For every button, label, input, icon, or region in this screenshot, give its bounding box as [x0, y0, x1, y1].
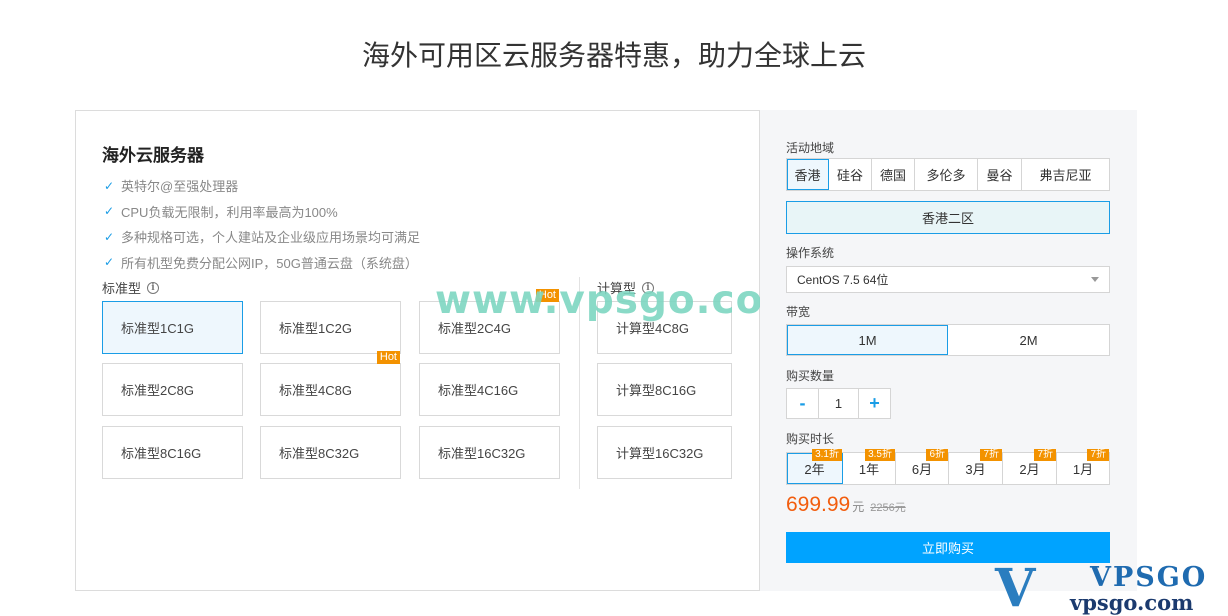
duration-option-2m[interactable]: 2月 7折: [1003, 449, 1057, 484]
bandwidth-option-2m[interactable]: 2M: [948, 325, 1109, 355]
spec-standard-8c32g[interactable]: 标准型8C32G: [260, 426, 401, 479]
price-unit: 元: [852, 500, 865, 514]
chevron-down-icon: [1091, 277, 1099, 282]
region-tab-germany[interactable]: 德国: [872, 159, 915, 190]
spec-standard-1c1g[interactable]: 标准型1C1G: [102, 301, 243, 354]
page-title: 海外可用区云服务器特惠，助力全球上云: [361, 40, 866, 71]
region-tab-siliconvalley[interactable]: 硅谷: [829, 159, 872, 190]
duration-option-1m[interactable]: 1月 7折: [1057, 449, 1109, 484]
os-label: 操作系统: [786, 246, 835, 260]
card-title: 海外云服务器: [102, 146, 204, 165]
feature-list: ✓ 英特尔@至强处理器 ✓ CPU负载无限制，利用率最高为100% ✓ 多种规格可选，…: [104, 173, 420, 275]
discount-badge: 3.5折: [865, 449, 895, 461]
zone-option[interactable]: 香港二区: [786, 201, 1110, 234]
duration-option-2y[interactable]: 2年 3.1折: [787, 449, 843, 484]
os-select[interactable]: CentOS 7.5 64位: [786, 266, 1110, 293]
product-card: 海外云服务器 ✓ 英特尔@至强处理器 ✓ CPU负载无限制，利用率最高为100% ✓…: [75, 110, 760, 591]
discount-badge: 3.1折: [812, 449, 842, 461]
logo-mark: V: [995, 558, 1036, 616]
duration-option-1y[interactable]: 1年 3.5折: [843, 449, 896, 484]
logo-name: VPSGO: [1090, 562, 1208, 593]
discount-badge: 7折: [1034, 449, 1056, 461]
spec-standard-4c16g[interactable]: 标准型4C16G: [419, 363, 560, 416]
feature-item: ✓ CPU负载无限制，利用率最高为100%: [104, 204, 338, 220]
region-tabs: 香港 硅谷 德国 多伦多 曼谷 弗吉尼亚: [786, 158, 1110, 191]
minus-button[interactable]: -: [787, 389, 818, 418]
buy-now-button[interactable]: 立即购买: [786, 532, 1110, 563]
check-icon: ✓: [104, 229, 115, 244]
region-tab-virginia[interactable]: 弗吉尼亚: [1022, 159, 1109, 190]
original-price: 2256元: [870, 502, 906, 514]
watermark: www.vpsgo.com: [435, 278, 806, 323]
check-icon: ✓: [104, 255, 115, 270]
spec-compute-16c32g[interactable]: 计算型16C32G: [597, 426, 732, 479]
quantity-label: 购买数量: [786, 369, 835, 383]
duration-label: 购买时长: [786, 432, 835, 446]
logo-url: vpsgo.com: [1070, 590, 1194, 615]
region-tab-hongkong[interactable]: 香港: [787, 159, 829, 190]
price: 699.99 元 2256元: [786, 493, 906, 517]
check-icon: ✓: [104, 204, 115, 219]
plus-button[interactable]: +: [859, 389, 890, 418]
feature-item: ✓ 英特尔@至强处理器: [104, 178, 239, 195]
bandwidth-label: 带宽: [786, 305, 811, 319]
standard-group-label: 标准型 i: [102, 278, 160, 297]
quantity-stepper: - 1 +: [786, 388, 891, 419]
spec-compute-8c16g[interactable]: 计算型8C16G: [597, 363, 732, 416]
spec-standard-1c2g[interactable]: 标准型1C2G: [260, 301, 401, 354]
bandwidth-option-1m[interactable]: 1M: [787, 325, 948, 355]
info-icon[interactable]: i: [147, 281, 160, 294]
spec-standard-16c32g[interactable]: 标准型16C32G: [419, 426, 560, 479]
duration-option-6m[interactable]: 6月 6折: [896, 449, 949, 484]
duration-option-3m[interactable]: 3月 7折: [949, 449, 1003, 484]
check-icon: ✓: [104, 178, 115, 193]
feature-item: ✓ 多种规格可选，个人建站及企业级应用场景均可满足: [104, 229, 421, 246]
hot-badge: Hot: [376, 351, 400, 364]
bandwidth-options: 1M 2M: [786, 324, 1110, 356]
region-tab-toronto[interactable]: 多伦多: [915, 159, 978, 190]
spec-standard-4c8g[interactable]: 标准型4C8G Hot: [260, 351, 401, 416]
region-tab-bangkok[interactable]: 曼谷: [978, 159, 1022, 190]
duration-options: 2年 3.1折 1年 3.5折 6月 6折 3月 7折 2月 7折 1月 7折: [786, 449, 1110, 485]
region-label: 活动地域: [786, 141, 835, 155]
discount-badge: 7折: [980, 449, 1002, 461]
spec-standard-8c16g[interactable]: 标准型8C16G: [102, 426, 243, 479]
price-value: 699.99: [786, 493, 851, 516]
discount-badge: 6折: [926, 449, 948, 461]
discount-badge: 7折: [1087, 449, 1109, 461]
quantity-input[interactable]: 1: [818, 389, 859, 418]
order-panel: 活动地域 香港 硅谷 德国 多伦多 曼谷 弗吉尼亚 香港二区 操作系统 Cent…: [760, 110, 1137, 591]
spec-standard-2c8g[interactable]: 标准型2C8G: [102, 363, 243, 416]
feature-item: ✓ 所有机型免费分配公网IP，50G普通云盘（系统盘）: [104, 255, 418, 271]
vpsgo-logo: V VPSGO vpsgo.com: [995, 558, 1220, 616]
